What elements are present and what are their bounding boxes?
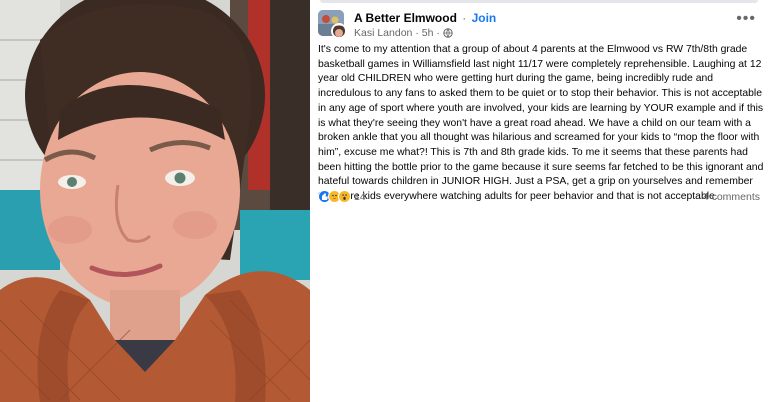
author-name-link[interactable]: Kasi Landon: [354, 27, 412, 39]
join-button[interactable]: Join: [472, 11, 497, 25]
ellipsis-icon[interactable]: •••: [736, 11, 756, 27]
facebook-post: A Better Elmwood · Join Kasi Landon · 5h…: [310, 0, 768, 402]
group-name-link[interactable]: A Better Elmwood: [354, 11, 457, 25]
post-footer: 14 4 comments: [318, 190, 760, 206]
post-timestamp[interactable]: 5h: [422, 27, 434, 39]
separator-dot: ·: [462, 11, 467, 25]
globe-icon: [443, 28, 453, 42]
separator-dot: ·: [436, 27, 440, 39]
post-photo[interactable]: [0, 0, 310, 402]
reaction-count: 14: [354, 191, 366, 203]
wow-icon: [338, 190, 351, 203]
comments-link[interactable]: 4 comments: [703, 190, 760, 204]
separator-dot: ·: [415, 27, 419, 39]
selfie-image: [0, 0, 310, 402]
card-top-edge: [320, 0, 758, 3]
author-avatar[interactable]: [331, 23, 347, 39]
post-body: It's come to my attention that a group o…: [318, 44, 764, 203]
author-photo-icon: [333, 26, 345, 37]
post-header: A Better Elmwood · Join Kasi Landon · 5h…: [318, 10, 760, 40]
